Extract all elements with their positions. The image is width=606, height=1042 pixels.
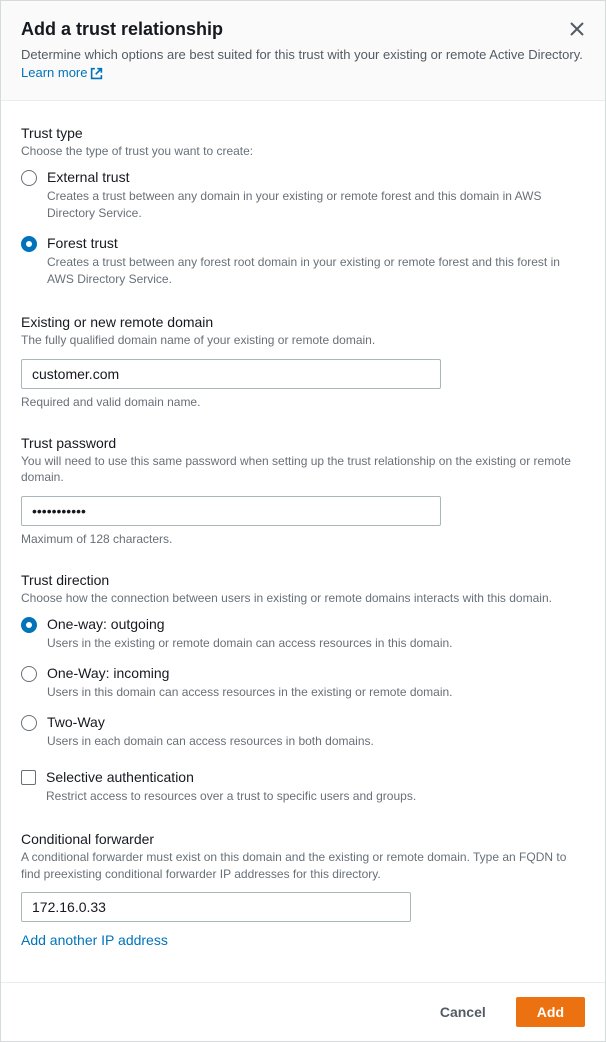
- option-label: Forest trust: [47, 234, 585, 252]
- selective-auth[interactable]: Selective authentication Restrict access…: [21, 768, 585, 805]
- remote-domain-input[interactable]: [21, 359, 441, 389]
- trust-password-section: Trust password You will need to use this…: [21, 435, 585, 547]
- learn-more-link[interactable]: Learn more: [21, 64, 103, 82]
- trust-password-title: Trust password: [21, 435, 585, 451]
- trust-password-desc: You will need to use this same password …: [21, 453, 585, 487]
- trust-type-desc: Choose the type of trust you want to cre…: [21, 143, 585, 160]
- option-desc: Users in each domain can access resource…: [47, 733, 585, 750]
- trust-type-section: Trust type Choose the type of trust you …: [21, 125, 585, 287]
- add-trust-modal: Add a trust relationship Determine which…: [0, 0, 606, 1042]
- conditional-forwarder-section: Conditional forwarder A conditional forw…: [21, 831, 585, 949]
- close-icon: [569, 21, 585, 37]
- conditional-forwarder-desc: A conditional forwarder must exist on th…: [21, 849, 585, 883]
- modal-header: Add a trust relationship Determine which…: [1, 1, 605, 101]
- radio-icon: [21, 617, 37, 633]
- add-ip-link[interactable]: Add another IP address: [21, 932, 168, 948]
- option-label: External trust: [47, 168, 585, 186]
- trust-type-external[interactable]: External trust Creates a trust between a…: [21, 168, 585, 222]
- add-button[interactable]: Add: [516, 997, 585, 1027]
- trust-password-input[interactable]: [21, 496, 441, 526]
- trust-type-title: Trust type: [21, 125, 585, 141]
- option-label: One-Way: incoming: [47, 664, 585, 682]
- option-desc: Users in the existing or remote domain c…: [47, 635, 585, 652]
- checkbox-icon: [21, 770, 36, 785]
- modal-subtitle: Determine which options are best suited …: [21, 46, 585, 82]
- trust-password-hint: Maximum of 128 characters.: [21, 532, 585, 546]
- remote-domain-hint: Required and valid domain name.: [21, 395, 585, 409]
- radio-icon: [21, 236, 37, 252]
- trust-direction-title: Trust direction: [21, 572, 585, 588]
- external-link-icon: [90, 67, 103, 80]
- modal-title: Add a trust relationship: [21, 19, 585, 40]
- remote-domain-section: Existing or new remote domain The fully …: [21, 314, 585, 409]
- option-label: One-way: outgoing: [47, 615, 585, 633]
- remote-domain-title: Existing or new remote domain: [21, 314, 585, 330]
- conditional-forwarder-input[interactable]: [21, 892, 411, 922]
- option-desc: Restrict access to resources over a trus…: [46, 788, 585, 805]
- radio-icon: [21, 666, 37, 682]
- radio-icon: [21, 170, 37, 186]
- close-button[interactable]: [567, 19, 587, 42]
- option-desc: Users in this domain can access resource…: [47, 684, 585, 701]
- trust-direction-desc: Choose how the connection between users …: [21, 590, 585, 607]
- direction-two-way[interactable]: Two-Way Users in each domain can access …: [21, 713, 585, 750]
- modal-body: Trust type Choose the type of trust you …: [1, 101, 605, 982]
- trust-type-forest[interactable]: Forest trust Creates a trust between any…: [21, 234, 585, 288]
- radio-icon: [21, 715, 37, 731]
- remote-domain-desc: The fully qualified domain name of your …: [21, 332, 585, 349]
- trust-direction-section: Trust direction Choose how the connectio…: [21, 572, 585, 805]
- option-desc: Creates a trust between any forest root …: [47, 254, 585, 288]
- modal-footer: Cancel Add: [1, 982, 605, 1041]
- conditional-forwarder-title: Conditional forwarder: [21, 831, 585, 847]
- option-label: Selective authentication: [46, 768, 585, 786]
- option-label: Two-Way: [47, 713, 585, 731]
- direction-incoming[interactable]: One-Way: incoming Users in this domain c…: [21, 664, 585, 701]
- direction-outgoing[interactable]: One-way: outgoing Users in the existing …: [21, 615, 585, 652]
- option-desc: Creates a trust between any domain in yo…: [47, 188, 585, 222]
- cancel-button[interactable]: Cancel: [420, 998, 506, 1026]
